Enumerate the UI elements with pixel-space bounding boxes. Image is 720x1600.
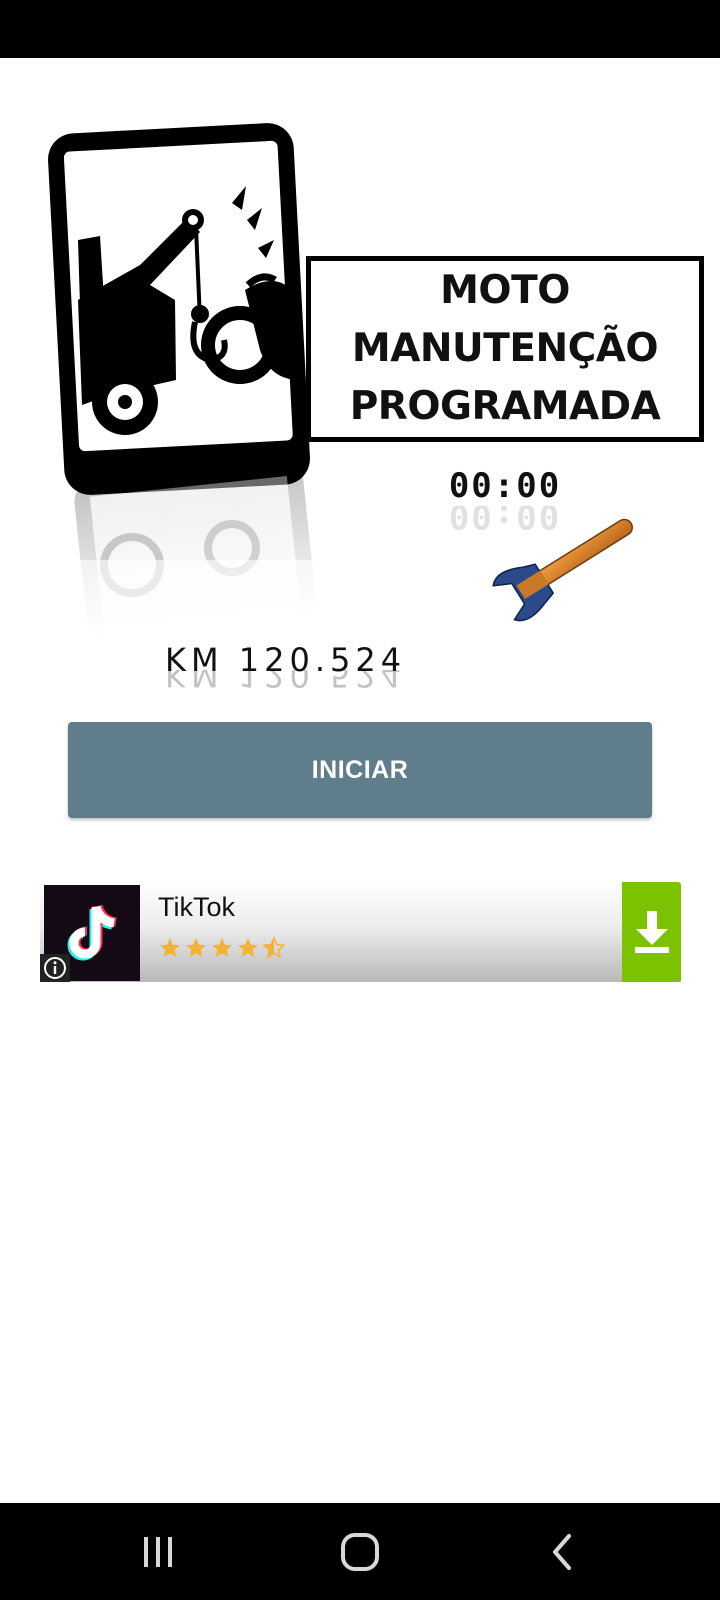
star-icon bbox=[186, 938, 206, 957]
half-star-icon bbox=[262, 936, 286, 959]
home-icon[interactable] bbox=[300, 1503, 420, 1600]
download-icon bbox=[634, 911, 669, 953]
star-icon bbox=[212, 938, 232, 957]
info-icon[interactable] bbox=[40, 954, 70, 982]
timer-display: 00:00 bbox=[448, 466, 562, 506]
start-button[interactable]: INICIAR bbox=[68, 722, 652, 818]
title-line-2: MANUTENÇÃO bbox=[351, 326, 659, 371]
odometer-reflection: KM 120.524 bbox=[165, 670, 407, 694]
download-button[interactable] bbox=[622, 882, 681, 982]
app-logo-banner: MOTO MANUTENÇÃO PROGRAMADA 00:00 00:00 K… bbox=[0, 58, 720, 694]
timer-reflection: 00:00 bbox=[448, 506, 562, 536]
star-icon bbox=[238, 938, 258, 957]
rating-stars bbox=[158, 936, 286, 960]
navigation-bar bbox=[0, 1503, 720, 1600]
status-bar bbox=[0, 0, 720, 58]
app-title-box: MOTO MANUTENÇÃO PROGRAMADA bbox=[306, 256, 704, 442]
ad-app-name[interactable]: TikTok bbox=[158, 892, 235, 923]
back-icon[interactable] bbox=[502, 1503, 622, 1600]
title-line-1: MOTO bbox=[440, 268, 570, 313]
ad-banner[interactable]: TikTok bbox=[40, 882, 681, 982]
recent-apps-icon[interactable] bbox=[98, 1503, 218, 1600]
star-icon bbox=[160, 938, 180, 957]
title-line-3: PROGRAMADA bbox=[349, 384, 661, 429]
